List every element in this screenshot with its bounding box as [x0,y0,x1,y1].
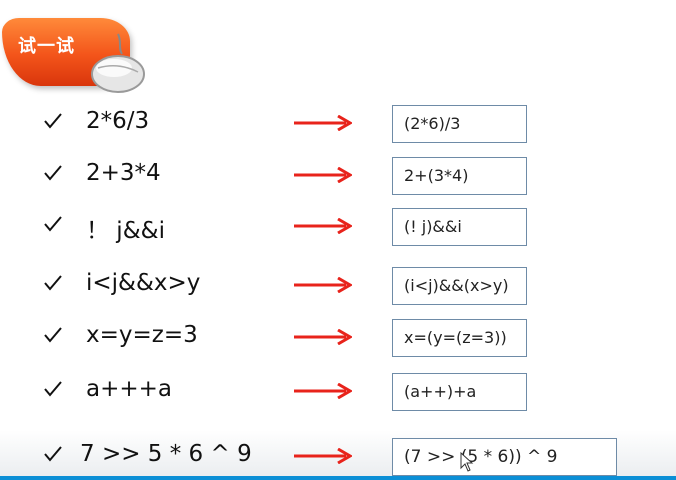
arrow-icon [294,329,352,345]
arrow-icon [294,167,352,183]
result-box: (7 >> (5 * 6)) ^ 9 [392,438,617,476]
arrow-icon [294,277,352,293]
expression-text: 7 >> 5 * 6 ^ 9 [80,441,252,467]
expression-text: ！ j&&i [86,218,165,244]
check-icon [44,113,62,129]
result-box: 2+(3*4) [392,157,527,195]
result-text: 2+(3*4) [404,166,469,185]
result-text: x=(y=(z=3)) [404,328,507,347]
result-text: (! j)&&i [404,217,462,236]
result-box: (a++)+a [392,373,527,411]
badge-label: 试一试 [18,36,75,57]
list-item: x=y=z=3 x=(y=(z=3)) [0,319,676,359]
result-text: (7 >> (5 * 6)) ^ 9 [404,447,558,467]
check-icon [44,275,62,291]
expression-text: x=y=z=3 [86,322,198,348]
list-item: 2*6/3 (2*6)/3 [0,105,676,145]
result-text: (a++)+a [404,382,477,401]
expression-text: 2+3*4 [86,160,161,186]
list-item: ！ j&&i (! j)&&i [0,208,676,248]
expression-text: a+++a [86,376,173,402]
mouse-icon [91,33,145,93]
check-icon [44,165,62,181]
list-item: 2+3*4 2+(3*4) [0,157,676,197]
check-icon [44,381,62,397]
check-icon [44,446,62,462]
arrow-icon [294,115,352,131]
expression-text: 2*6/3 [86,108,150,134]
result-box: (! j)&&i [392,208,527,246]
result-box: x=(y=(z=3)) [392,319,527,357]
expression-text: i<j&&x>y [86,270,201,296]
list-item: i<j&&x>y (i<j)&&(x>y) [0,267,676,307]
check-icon [44,216,62,232]
list-item: 7 >> 5 * 6 ^ 9 (7 >> (5 * 6)) ^ 9 [0,438,676,478]
list-item: a+++a (a++)+a [0,373,676,413]
check-icon [44,327,62,343]
cursor-icon [460,452,474,472]
arrow-icon [294,383,352,399]
arrow-icon [294,448,352,464]
result-box: (i<j)&&(x>y) [392,267,527,305]
arrow-icon [294,218,352,234]
try-it-badge: 试一试 [2,10,152,95]
result-text: (i<j)&&(x>y) [404,276,509,295]
result-box: (2*6)/3 [392,105,527,143]
result-text: (2*6)/3 [404,114,461,133]
